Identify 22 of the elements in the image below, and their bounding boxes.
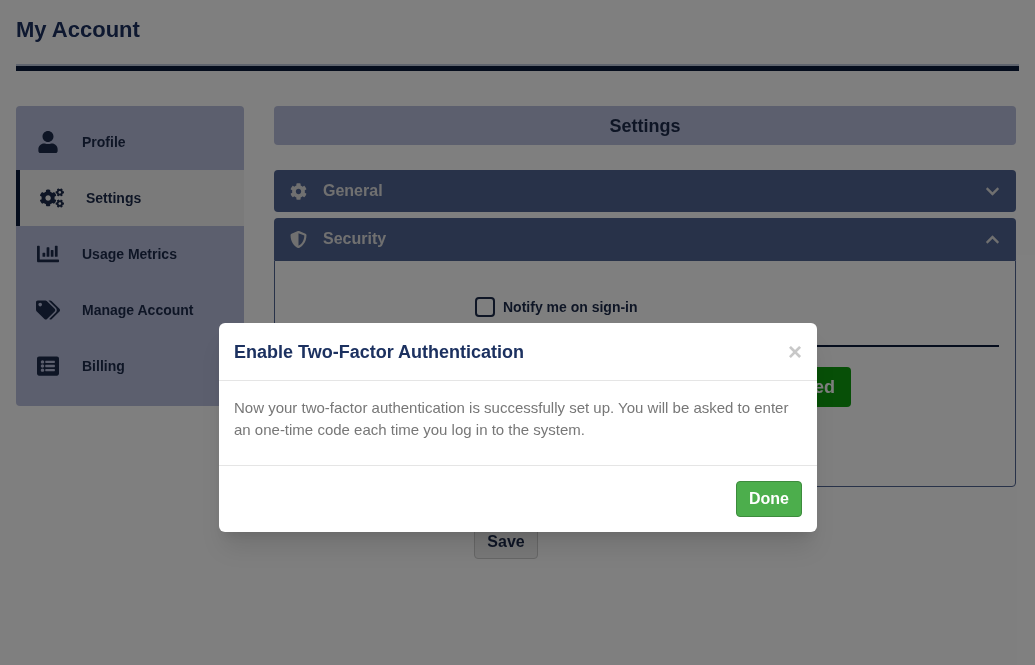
accordion-header[interactable]: General xyxy=(274,170,1016,212)
bar-chart-icon xyxy=(36,243,60,265)
close-button[interactable]: × xyxy=(788,339,802,364)
modal-title: Enable Two-Factor Authentication xyxy=(234,340,525,364)
tags-icon xyxy=(36,299,60,321)
shield-icon xyxy=(290,230,307,248)
gears-icon xyxy=(40,187,64,209)
list-icon xyxy=(36,355,60,377)
sidebar-item[interactable]: Manage Account xyxy=(16,282,216,338)
page-title: My Account xyxy=(16,16,141,44)
sidebar-item[interactable]: Billing xyxy=(16,338,216,394)
sidebar-item[interactable]: Profile xyxy=(16,114,216,170)
gear-icon xyxy=(290,182,307,200)
checkbox[interactable] xyxy=(475,297,495,317)
user-icon xyxy=(36,131,60,153)
checkbox-label: Notify me on sign-in xyxy=(503,298,638,317)
sidebar-item[interactable]: Usage Metrics xyxy=(16,226,216,282)
sidebar-item[interactable]: Settings xyxy=(16,170,244,226)
settings-header: Settings xyxy=(274,106,1016,145)
done-button[interactable]: Done xyxy=(736,481,802,517)
accordion-header[interactable]: Security xyxy=(274,218,1016,260)
modal-message: Now your two-factor authentication is successfully set up. You will be asked to enter an one-time code each time you log in to the system. xyxy=(234,398,790,440)
